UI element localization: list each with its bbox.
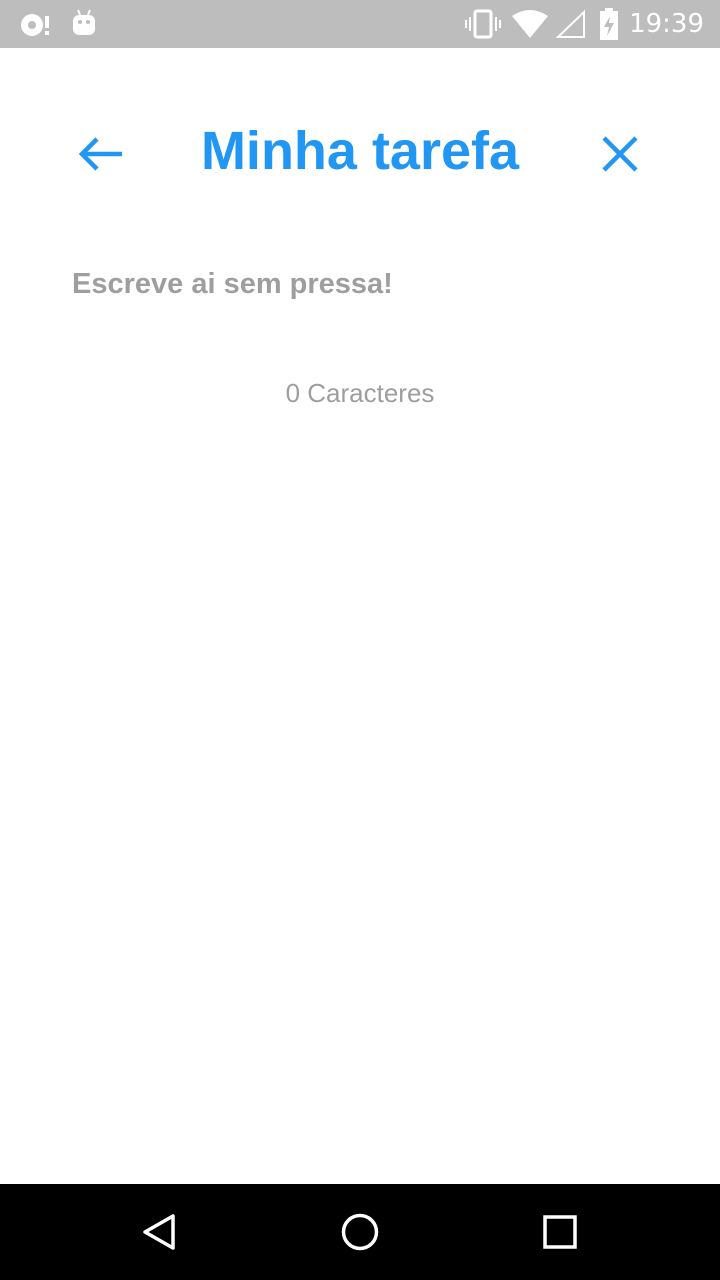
nav-bar bbox=[0, 1184, 720, 1280]
notification-icon bbox=[21, 14, 49, 36]
home-circle-icon[interactable] bbox=[336, 1208, 384, 1256]
task-input[interactable] bbox=[60, 252, 660, 316]
app-header: Minha tarefa bbox=[0, 48, 720, 208]
status-time: 19:39 bbox=[629, 9, 704, 39]
android-icon bbox=[73, 9, 95, 35]
vibrate-icon bbox=[465, 9, 501, 39]
close-icon[interactable] bbox=[588, 126, 652, 182]
status-bar: 19:39 bbox=[0, 0, 720, 48]
char-count: 0 Caracteres bbox=[285, 378, 435, 408]
wifi-icon bbox=[512, 10, 548, 38]
signal-icon bbox=[556, 10, 585, 38]
back-triangle-icon[interactable] bbox=[136, 1208, 184, 1256]
recents-square-icon[interactable] bbox=[536, 1208, 584, 1256]
battery-charging-icon bbox=[600, 8, 618, 40]
